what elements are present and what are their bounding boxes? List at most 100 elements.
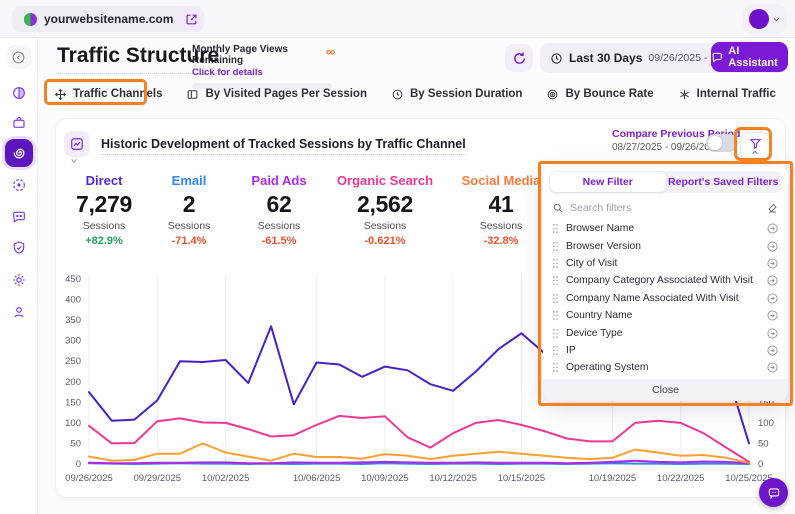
tab-traffic-channels[interactable]: Traffic Channels bbox=[54, 88, 162, 101]
circle-arrow-right-icon[interactable] bbox=[766, 292, 779, 305]
drag-handle-icon bbox=[552, 241, 559, 252]
sidebar-item-settings[interactable] bbox=[11, 272, 27, 288]
circle-arrow-right-icon[interactable] bbox=[766, 257, 779, 270]
drag-handle-icon bbox=[552, 275, 559, 286]
circle-arrow-right-icon[interactable] bbox=[766, 274, 779, 287]
chat-bubble-icon bbox=[711, 51, 723, 64]
series-social-media bbox=[89, 443, 749, 462]
circle-arrow-right-icon[interactable] bbox=[766, 222, 779, 235]
quota-label: Monthly Page Views Remaining bbox=[192, 44, 332, 66]
tab-internal-traffic[interactable]: Internal Traffic bbox=[678, 88, 776, 101]
bullseye-icon bbox=[546, 88, 559, 101]
circle-arrow-right-icon[interactable] bbox=[766, 309, 779, 322]
collapse-arrow-icon bbox=[11, 50, 26, 65]
filter-row[interactable]: Browser Version bbox=[543, 237, 788, 254]
domain-selector[interactable]: yourwebsitename.com bbox=[12, 6, 203, 32]
svg-text:100: 100 bbox=[758, 418, 774, 429]
circle-arrow-right-icon[interactable] bbox=[766, 344, 779, 357]
ai-assistant-button[interactable]: AI Assistant bbox=[711, 42, 788, 72]
svg-text:50: 50 bbox=[758, 438, 769, 449]
filter-panel-tabs: New Filter Report's Saved Filters bbox=[549, 171, 782, 193]
filter-row[interactable]: City of Visit bbox=[543, 255, 788, 272]
sidebar-item-security[interactable] bbox=[11, 240, 27, 256]
target-icon bbox=[11, 177, 27, 193]
tab-label: Internal Traffic bbox=[697, 88, 776, 100]
tab-visited-pages[interactable]: By Visited Pages Per Session bbox=[186, 88, 367, 101]
filter-row[interactable]: Country Name bbox=[543, 307, 788, 324]
circle-arrow-right-icon[interactable] bbox=[766, 361, 779, 374]
circle-arrow-right-icon[interactable] bbox=[766, 240, 779, 253]
pie-chart-icon bbox=[11, 85, 27, 101]
filter-row-label: Country Name bbox=[566, 310, 759, 321]
filter-row-label: Device Type bbox=[566, 328, 759, 339]
briefcase-icon bbox=[11, 115, 27, 131]
filter-row-label: Browser Name bbox=[566, 223, 759, 234]
svg-text:100: 100 bbox=[65, 418, 81, 429]
filter-list: Browser Name Browser Version City of Vis… bbox=[543, 220, 788, 379]
circle-arrow-right-icon[interactable] bbox=[766, 327, 779, 340]
user-pin-icon bbox=[11, 304, 27, 320]
quota-details-link[interactable]: Click for details bbox=[192, 67, 332, 78]
refresh-icon bbox=[512, 51, 527, 66]
drag-handle-icon bbox=[552, 293, 559, 304]
svg-text:10/12/2025: 10/12/2025 bbox=[429, 473, 477, 484]
arrows-move-icon bbox=[54, 88, 67, 101]
drag-handle-icon bbox=[552, 223, 559, 234]
svg-text:10/22/2025: 10/22/2025 bbox=[657, 473, 705, 484]
user-menu[interactable] bbox=[743, 4, 787, 34]
svg-text:350: 350 bbox=[65, 315, 81, 326]
search-icon bbox=[552, 202, 564, 214]
filter-row[interactable]: Device Type bbox=[543, 324, 788, 341]
filter-row-label: Company Category Associated With Visit bbox=[566, 275, 759, 286]
filter-search-input[interactable] bbox=[570, 202, 761, 214]
filter-row[interactable]: Company Name Associated With Visit bbox=[543, 290, 788, 307]
asterisk-icon bbox=[678, 88, 691, 101]
sidebar-item-targeting[interactable] bbox=[11, 177, 27, 193]
sidebar-item-account[interactable] bbox=[11, 304, 27, 320]
chat-bubble-icon bbox=[767, 486, 781, 500]
eraser-icon[interactable] bbox=[767, 202, 779, 214]
tab-bounce-rate[interactable]: By Bounce Rate bbox=[546, 88, 653, 101]
sidebar-item-analytics[interactable] bbox=[11, 85, 27, 101]
filter-panel-close-button[interactable]: Close bbox=[543, 379, 788, 401]
filter-row-label: IP bbox=[566, 345, 759, 356]
tab-new-filter[interactable]: New Filter bbox=[550, 172, 666, 192]
sidebar-item-traffic-active[interactable] bbox=[5, 139, 33, 167]
svg-text:09/29/2025: 09/29/2025 bbox=[134, 473, 182, 484]
gear-icon bbox=[11, 272, 27, 288]
filter-row[interactable]: IP bbox=[543, 342, 788, 359]
svg-text:10/09/2025: 10/09/2025 bbox=[361, 473, 409, 484]
external-link-icon bbox=[185, 13, 198, 26]
refresh-button[interactable] bbox=[505, 44, 533, 72]
tab-session-duration[interactable]: By Session Duration bbox=[391, 88, 522, 101]
tab-label: By Bounce Rate bbox=[565, 88, 653, 100]
sidebar-item-chatbot[interactable] bbox=[11, 209, 27, 225]
svg-text:250: 250 bbox=[65, 356, 81, 367]
filter-search-row bbox=[552, 198, 779, 218]
svg-text:10/02/2025: 10/02/2025 bbox=[202, 473, 250, 484]
filter-row[interactable]: Operating System bbox=[543, 359, 788, 376]
open-site-button[interactable] bbox=[178, 6, 204, 32]
series-organic-search bbox=[89, 416, 749, 462]
svg-text:09/26/2025: 09/26/2025 bbox=[65, 473, 113, 484]
drag-handle-icon bbox=[552, 328, 559, 339]
duration-clock-icon bbox=[391, 88, 404, 101]
sidebar-collapse-button[interactable] bbox=[7, 45, 31, 69]
svg-text:300: 300 bbox=[65, 336, 81, 347]
range-label: Last 30 Days bbox=[569, 51, 642, 65]
svg-text:10/06/2025: 10/06/2025 bbox=[293, 473, 341, 484]
filter-row[interactable]: Company Category Associated With Visit bbox=[543, 272, 788, 289]
chevron-down-icon bbox=[772, 15, 781, 24]
tab-saved-filters[interactable]: Report's Saved Filters bbox=[666, 172, 782, 192]
filter-row-label: Browser Version bbox=[566, 241, 759, 252]
filter-row[interactable]: Browser Name bbox=[543, 220, 788, 237]
support-chat-button[interactable] bbox=[759, 478, 788, 507]
filter-panel: New Filter Report's Saved Filters Browse… bbox=[543, 166, 788, 401]
sidebar-item-projects[interactable] bbox=[11, 115, 27, 131]
infinity-symbol: ∞ bbox=[326, 44, 335, 59]
svg-text:10/15/2025: 10/15/2025 bbox=[498, 473, 546, 484]
svg-text:450: 450 bbox=[65, 274, 81, 285]
x-axis-labels: 09/26/2025 09/29/2025 10/02/2025 10/06/2025… bbox=[65, 473, 773, 484]
tab-label: By Session Duration bbox=[410, 88, 522, 100]
svg-text:200: 200 bbox=[65, 377, 81, 388]
